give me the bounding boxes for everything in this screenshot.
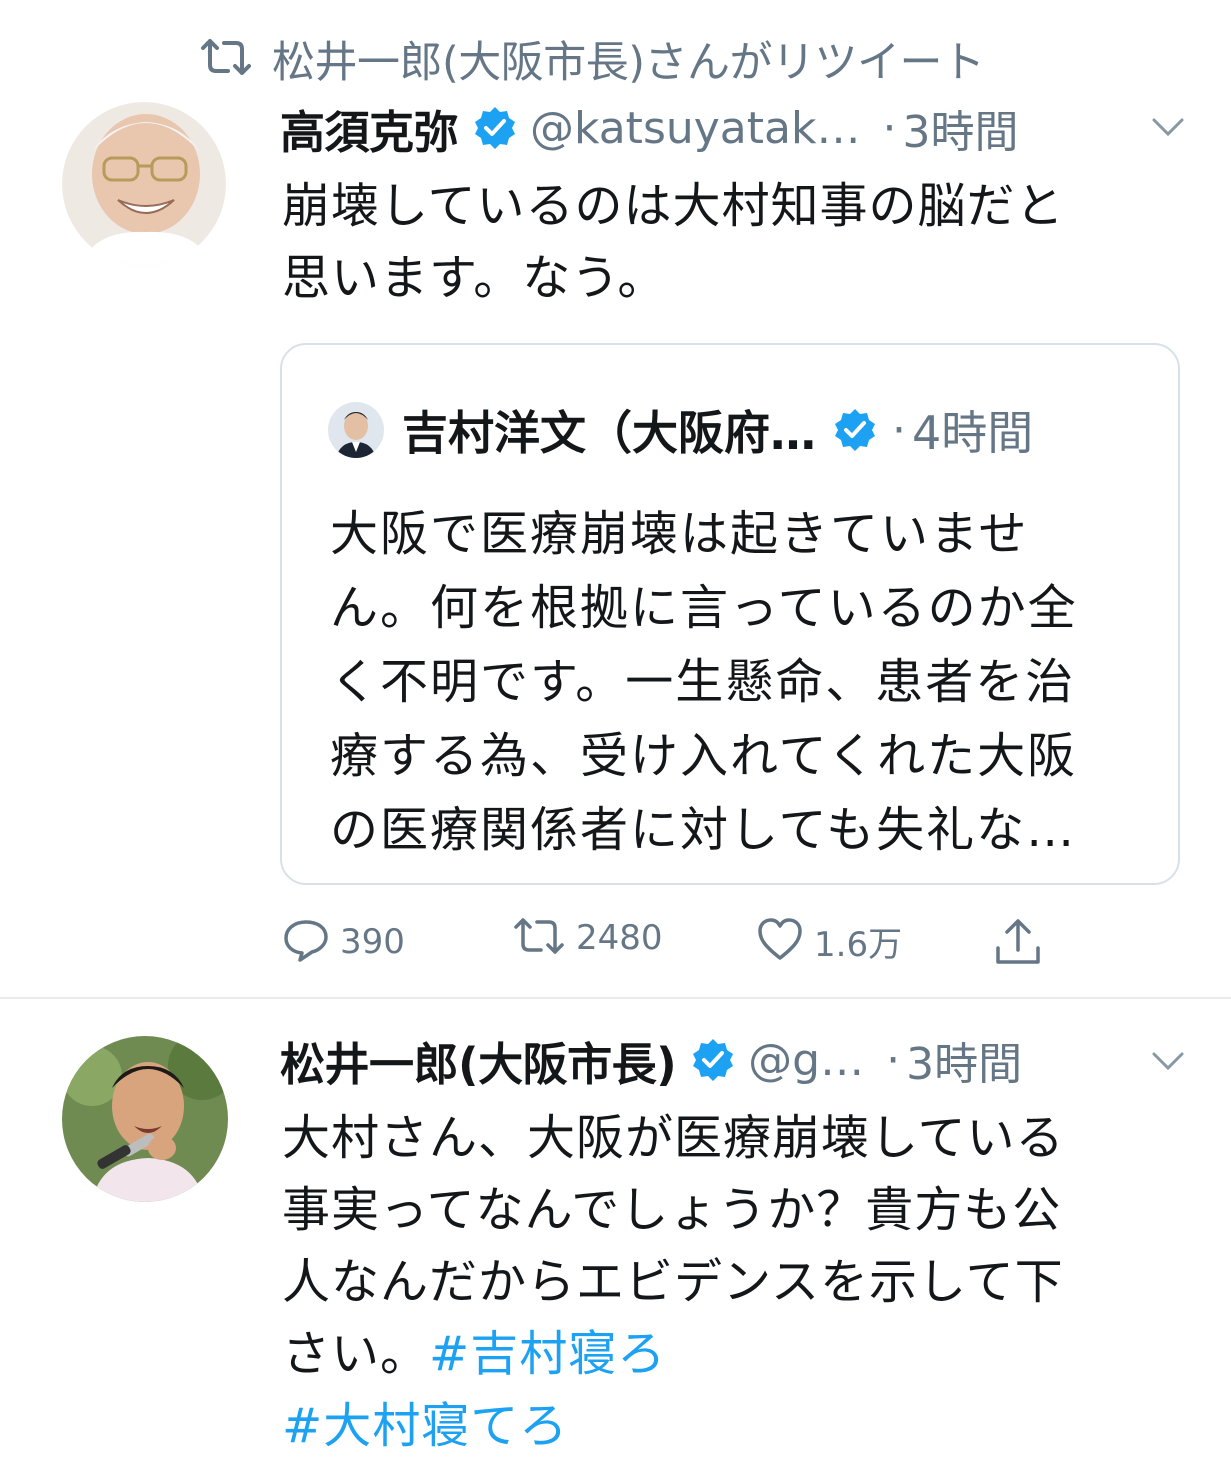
tweet-header: 高須克弥 @katsuyatak… · 3時間 <box>280 96 1018 160</box>
quoted-text-line: 大阪で医療崩壊は起きていませ <box>330 506 1029 562</box>
quoted-tweet-header: 吉村洋文（大阪府… · 4時間 <box>328 397 1033 463</box>
tweet-text: 大村さん、大阪が医療崩壊している 事実ってなんでしょうか？貴方も公 人なんだから… <box>282 1102 1182 1462</box>
tweet-text-line: 大村さん、大阪が医療崩壊している <box>282 1110 1065 1166</box>
share-icon <box>994 916 1042 972</box>
like-button[interactable]: 1.6万 <box>756 916 902 966</box>
quoted-tweet-card[interactable]: 吉村洋文（大阪府… · 4時間 大阪で医療崩壊は起きていませ ん。何を根拠に言っ… <box>280 343 1180 885</box>
quoted-text-line: ん。何を根拠に言っているのか全 <box>330 580 1078 636</box>
tweet-header: 松井一郎(大阪市長) @g… · 3時間 <box>280 1028 1022 1092</box>
tweet-text-line: #大村寝てろ <box>282 1390 1182 1462</box>
hashtag-link[interactable]: #大村寝てろ <box>282 1398 568 1454</box>
handle[interactable]: @g… <box>748 1035 864 1086</box>
retweet-button[interactable]: 2480 <box>512 916 663 960</box>
reply-button[interactable]: 390 <box>282 916 405 968</box>
tweet-text: 崩壊しているのは大村知事の脳だと 思います。なう。 <box>282 170 1182 314</box>
verified-badge-icon <box>832 407 878 453</box>
verified-badge-icon <box>690 1037 736 1083</box>
quoted-text-line: の医療関係者に対しても失礼な… <box>330 802 1077 858</box>
display-name[interactable]: 高須克弥 <box>280 96 459 161</box>
quoted-tweet-text: 大阪で医療崩壊は起きていませ ん。何を根拠に言っているのか全 く不明です。一生懸… <box>330 497 1150 867</box>
tweet-text-line: さい。#吉村寝ろ <box>282 1318 1182 1390</box>
share-button[interactable] <box>994 916 1042 972</box>
avatar[interactable] <box>62 1036 228 1202</box>
tweet-text-line: 思います。なう。 <box>282 250 667 306</box>
tweet-text-line: 崩壊しているのは大村知事の脳だと <box>282 178 1065 234</box>
hashtag-link[interactable]: #吉村寝ろ <box>429 1326 666 1382</box>
quoted-avatar <box>328 402 384 458</box>
chevron-down-icon[interactable] <box>1150 1050 1186 1076</box>
tweet-actions: 390 2480 1.6万 <box>282 916 1082 976</box>
quoted-timestamp[interactable]: 4時間 <box>912 397 1033 463</box>
quoted-display-name[interactable]: 吉村洋文（大阪府… <box>402 397 816 463</box>
reply-icon <box>282 916 330 968</box>
tweet-text-line: 人なんだからエビデンスを示して下 <box>282 1254 1064 1310</box>
retweet-icon <box>512 916 566 960</box>
avatar[interactable] <box>62 102 226 266</box>
quoted-text-line: 療する為、受け入れてくれた大阪 <box>330 728 1078 784</box>
reply-count: 390 <box>340 922 405 962</box>
retweet-context-text: 松井一郎(大阪市長)さんがリツイート <box>272 38 985 88</box>
retweet-count: 2480 <box>576 918 663 958</box>
separator-dot: · <box>882 102 897 154</box>
separator-dot: · <box>886 1034 901 1086</box>
display-name[interactable]: 松井一郎(大阪市長) <box>280 1028 677 1093</box>
retweet-context[interactable]: 松井一郎(大阪市長)さんがリツイート <box>200 32 985 88</box>
avatar-photo <box>62 1036 228 1202</box>
handle[interactable]: @katsuyatak… <box>530 103 860 154</box>
timestamp[interactable]: 3時間 <box>906 1028 1022 1092</box>
verified-badge-icon <box>472 105 518 151</box>
quoted-text-line: く不明です。一生懸命、患者を治 <box>330 654 1076 710</box>
avatar-photo <box>62 102 226 266</box>
tweet-divider <box>0 997 1231 999</box>
retweet-icon <box>200 37 252 81</box>
timestamp[interactable]: 3時間 <box>902 96 1018 160</box>
tweet-text-line: 事実ってなんでしょうか？貴方も公 <box>282 1182 1062 1238</box>
heart-icon <box>756 916 804 966</box>
separator-dot: · <box>892 404 906 456</box>
like-count: 1.6万 <box>814 924 903 965</box>
tweet-text-fragment: さい。 <box>282 1326 430 1382</box>
chevron-down-icon[interactable] <box>1150 116 1186 142</box>
